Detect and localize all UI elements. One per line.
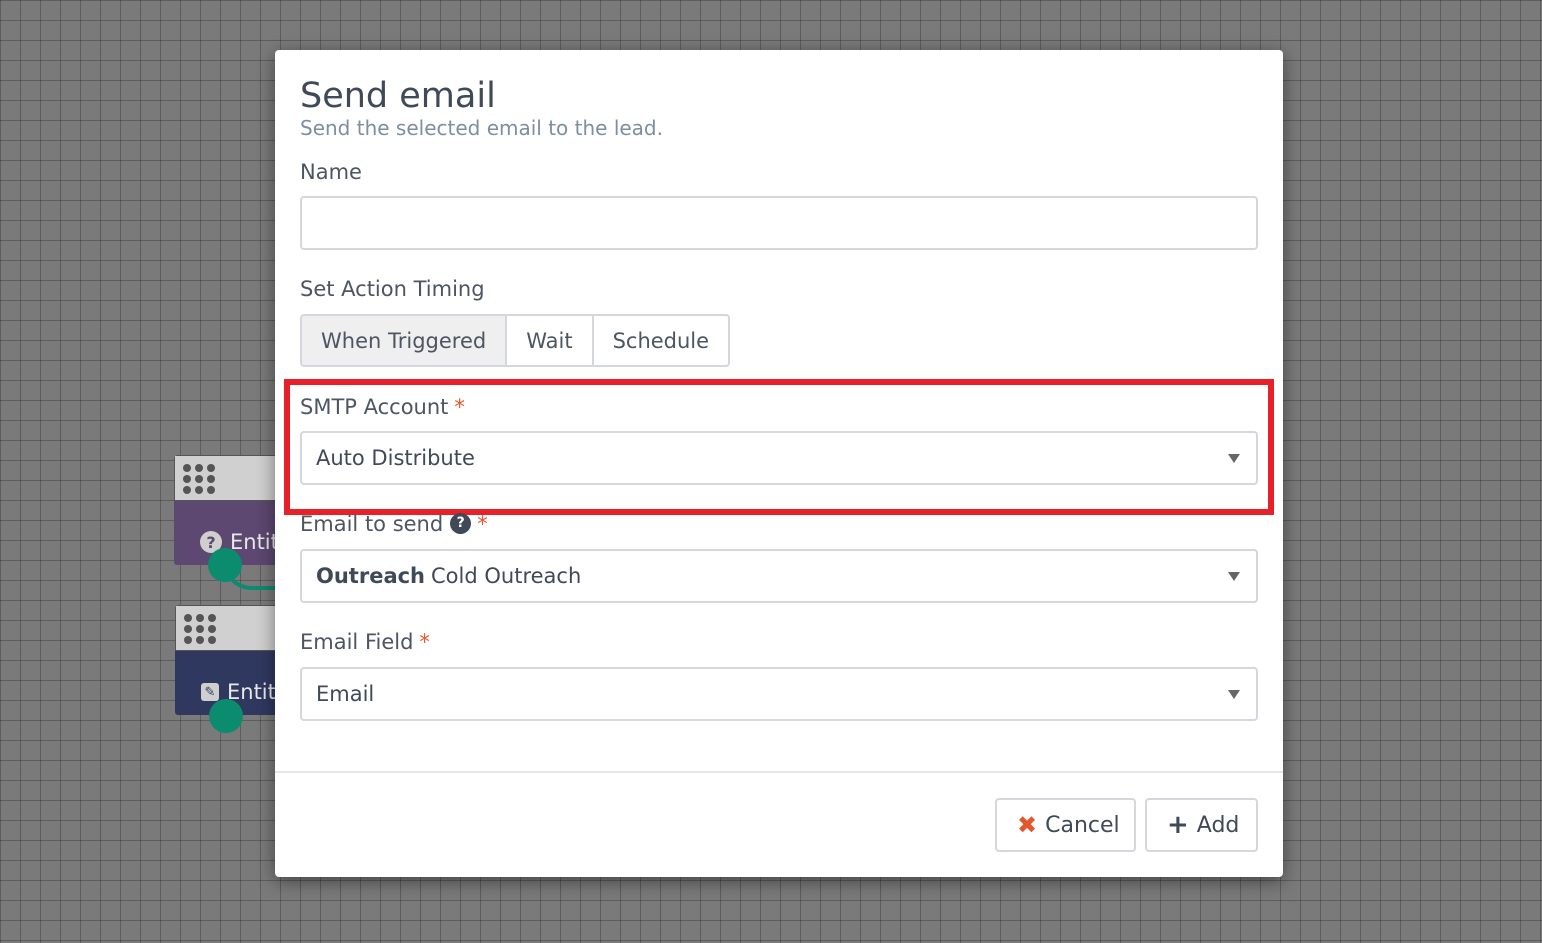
add-button[interactable]: + Add xyxy=(1145,798,1258,852)
modal-footer-divider xyxy=(275,771,1283,773)
timing-when-triggered-button[interactable]: When Triggered xyxy=(300,314,508,367)
grip-icon xyxy=(183,464,217,494)
email-to-send-value: Cold Outreach xyxy=(431,564,582,588)
cancel-button-label: Cancel xyxy=(1045,812,1120,838)
node-connector-dot[interactable] xyxy=(209,699,243,733)
node-drag-handle[interactable] xyxy=(175,605,285,651)
email-field-select[interactable]: Email xyxy=(300,667,1258,721)
email-to-send-select[interactable]: Outreach Cold Outreach xyxy=(300,549,1258,603)
email-to-send-label: Email to send? * xyxy=(300,512,488,536)
chevron-down-icon xyxy=(1228,572,1240,581)
timing-label: Set Action Timing xyxy=(300,277,485,301)
timing-schedule-button[interactable]: Schedule xyxy=(591,314,731,367)
timing-button-group: When Triggered Wait Schedule xyxy=(300,314,731,367)
required-mark: * xyxy=(419,630,430,654)
plus-icon: + xyxy=(1167,810,1189,840)
email-field-label: Email Field * xyxy=(300,630,430,654)
close-icon: ✖ xyxy=(1017,811,1038,839)
email-to-send-label-text: Email to send xyxy=(300,512,444,536)
name-label: Name xyxy=(300,160,362,184)
email-field-value: Email xyxy=(316,682,375,706)
modal-subtitle: Send the selected email to the lead. xyxy=(300,116,663,140)
email-field-label-text: Email Field xyxy=(300,630,414,654)
timing-wait-button[interactable]: Wait xyxy=(505,314,594,367)
node-label: Entit xyxy=(230,530,279,554)
send-email-modal: Send email Send the selected email to th… xyxy=(275,50,1283,877)
grip-icon xyxy=(184,614,218,644)
name-input[interactable] xyxy=(300,196,1258,250)
add-button-label: Add xyxy=(1196,812,1240,838)
required-mark: * xyxy=(477,512,488,536)
chevron-down-icon xyxy=(1228,690,1240,699)
email-category-tag: Outreach xyxy=(316,564,426,588)
question-circle-icon[interactable]: ? xyxy=(450,512,472,534)
modal-title: Send email xyxy=(300,76,496,116)
cancel-button[interactable]: ✖ Cancel xyxy=(995,798,1136,852)
edit-icon: ✎ xyxy=(201,683,219,701)
node-drag-handle[interactable] xyxy=(174,455,284,501)
highlight-box xyxy=(284,379,1274,515)
